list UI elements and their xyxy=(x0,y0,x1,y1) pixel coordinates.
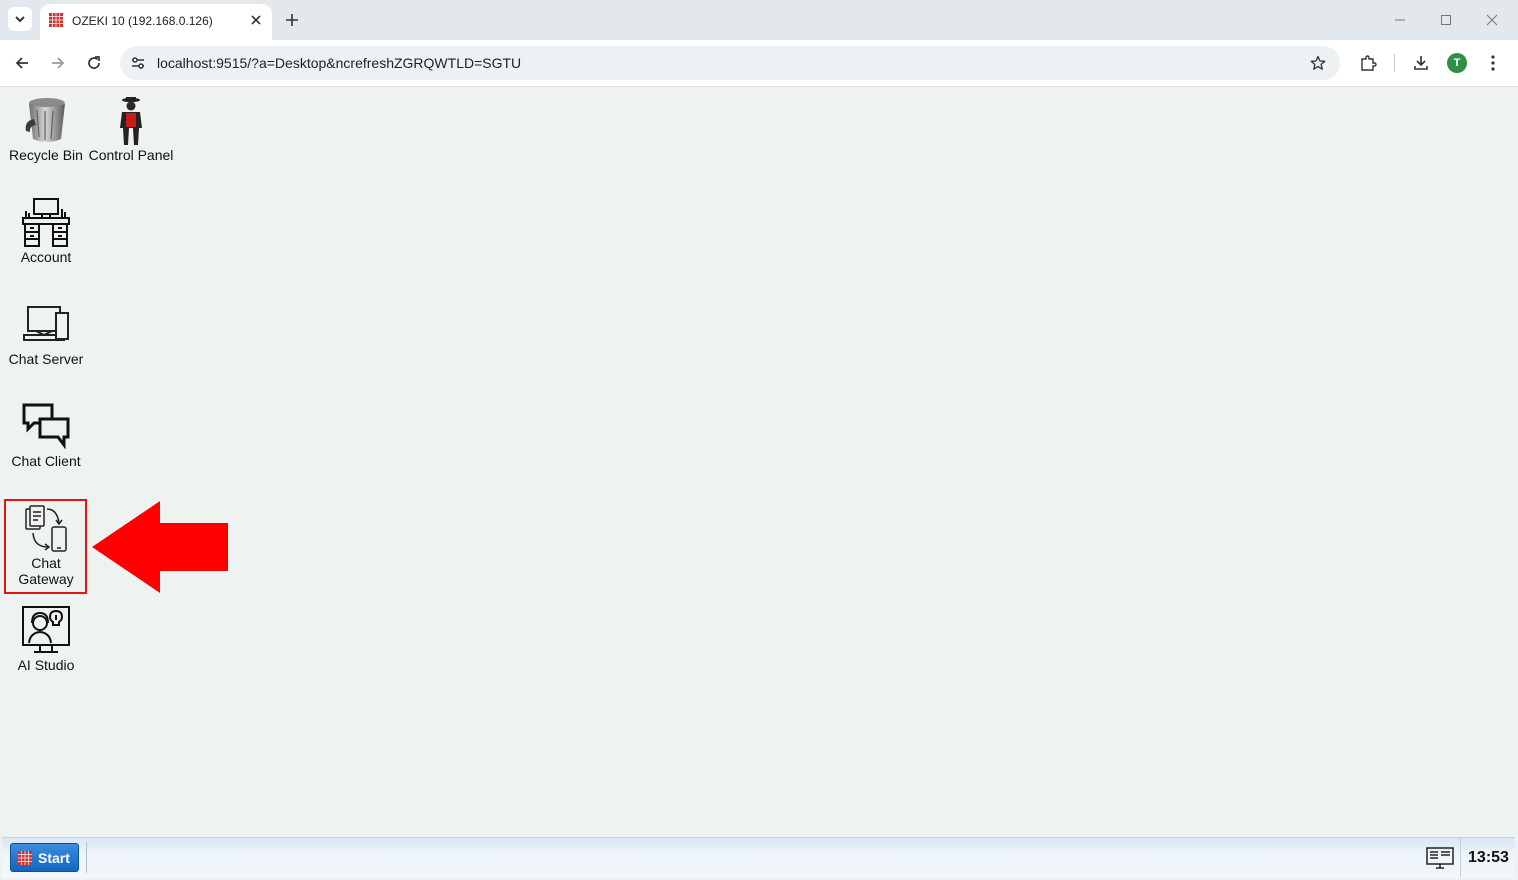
tab-close-button[interactable] xyxy=(246,10,266,30)
browser-tab[interactable]: OZEKI 10 (192.168.0.126) xyxy=(40,4,272,40)
desktop-icon-account[interactable]: Account xyxy=(3,197,89,265)
new-tab-button[interactable] xyxy=(282,10,302,30)
desktop-icon-chat-server[interactable]: Chat Server xyxy=(3,299,89,367)
desktop-icon-label: Account xyxy=(20,249,72,265)
control-panel-icon xyxy=(120,97,142,145)
account-icon xyxy=(22,198,70,247)
reload-icon xyxy=(88,56,100,69)
extensions-button[interactable] xyxy=(1356,51,1380,75)
chat-client-icon xyxy=(22,403,70,450)
toolbar-divider xyxy=(1394,54,1395,72)
address-bar[interactable]: localhost:9515/?a=Desktop&ncrefreshZGRQW… xyxy=(120,46,1340,80)
desktop-icon-control-panel[interactable]: Control Panel xyxy=(88,95,174,163)
desktop-icon-label: Chat Server xyxy=(8,351,84,367)
forward-button[interactable] xyxy=(46,51,70,75)
browser-menu-button[interactable] xyxy=(1481,51,1505,75)
minimize-button[interactable] xyxy=(1390,10,1410,30)
ozeki-grid-icon xyxy=(18,850,32,865)
start-label: Start xyxy=(38,849,70,866)
maximize-button[interactable] xyxy=(1436,10,1456,30)
maximize-icon xyxy=(1441,15,1451,25)
reload-button[interactable] xyxy=(82,51,106,75)
taskbar-divider xyxy=(86,842,87,873)
chat-gateway-icon xyxy=(25,505,67,552)
desktop-icon-recycle-bin[interactable]: Recycle Bin xyxy=(3,95,89,163)
tune-icon xyxy=(132,57,144,69)
chevron-down-icon xyxy=(15,16,25,23)
desktop-icon-label: Recycle Bin xyxy=(9,147,83,163)
desktop-icon-label: AI Studio xyxy=(17,657,75,673)
more-vert-icon xyxy=(1491,55,1495,71)
arrow-left-icon xyxy=(15,57,28,69)
start-button[interactable]: Start xyxy=(10,843,79,872)
desktop-icon-chat-client[interactable]: Chat Client xyxy=(3,401,89,469)
tab-title: OZEKI 10 (192.168.0.126) xyxy=(72,14,213,28)
close-icon xyxy=(251,15,261,25)
close-icon xyxy=(1486,14,1498,26)
arrow-right-icon xyxy=(52,57,65,69)
download-icon xyxy=(1414,56,1428,70)
tab-search-button[interactable] xyxy=(8,7,32,31)
recycle-bin-icon xyxy=(25,98,65,142)
desktop-icon-label: Chat Client xyxy=(11,453,81,469)
taskbar: Start 13:53 xyxy=(2,837,1515,878)
plus-icon xyxy=(286,14,298,26)
red-arrow-pointer xyxy=(92,501,228,593)
site-info-button[interactable] xyxy=(128,53,148,73)
minimize-icon xyxy=(1395,19,1405,21)
downloads-button[interactable] xyxy=(1409,51,1433,75)
ozeki-grid-icon xyxy=(49,13,63,27)
url-text[interactable]: localhost:9515/?a=Desktop&ncrefreshZGRQW… xyxy=(157,55,521,71)
taskbar-clock: 13:53 xyxy=(1460,838,1516,877)
desktop-icon-chat-gateway[interactable]: Chat Gateway xyxy=(3,503,89,587)
bookmark-button[interactable] xyxy=(1308,53,1328,73)
desktop-icon-label: Control Panel xyxy=(88,147,174,163)
close-window-button[interactable] xyxy=(1482,10,1502,30)
ozeki-desktop: Recycle Bin Control Panel Account Chat S… xyxy=(2,87,1515,837)
browser-tab-bar: OZEKI 10 (192.168.0.126) xyxy=(0,0,1518,40)
browser-toolbar: localhost:9515/?a=Desktop&ncrefreshZGRQW… xyxy=(0,40,1518,87)
desktop-icon-ai-studio[interactable]: AI Studio xyxy=(3,605,89,673)
monitor-keyboard-icon[interactable] xyxy=(1426,846,1454,870)
profile-avatar[interactable]: T xyxy=(1447,53,1467,73)
puzzle-icon xyxy=(1361,55,1377,71)
star-icon xyxy=(1310,55,1326,70)
ai-studio-icon xyxy=(22,606,70,653)
back-button[interactable] xyxy=(10,51,34,75)
chat-server-icon xyxy=(23,306,69,341)
desktop-icon-label: Chat Gateway xyxy=(18,555,74,587)
